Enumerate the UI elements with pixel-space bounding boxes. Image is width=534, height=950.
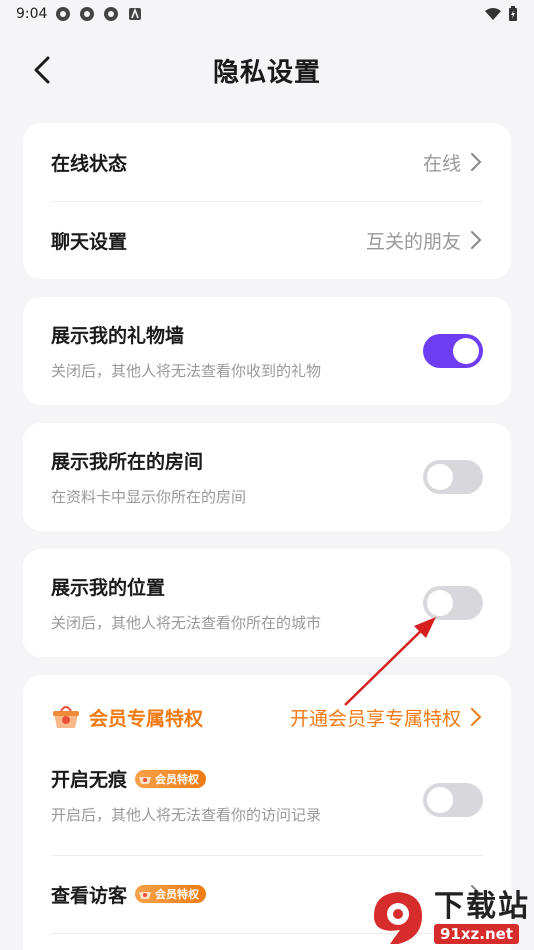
gift-wall-text: 展示我的礼物墙 关闭后，其他人将无法查看你收到的礼物 [51,321,321,381]
app-notification-icon [104,7,119,21]
gift-wall-desc: 关闭后，其他人将无法查看你收到的礼物 [51,362,322,380]
incognito-row: 开启无痕 会员特权 开启后，其他人将无法查看你的访问记录 [23,759,511,855]
vip-header: 会员专属特权 开通会员享专属特权 [23,675,511,759]
status-time: 9:04 [16,6,48,22]
location-text: 展示我的位置 关闭后，其他人将无法查看你所在的城市 [51,573,321,633]
room-desc: 在资料卡中显示你所在的房间 [51,488,247,506]
battery-icon [509,6,517,21]
status-bar: 9:04 [0,0,534,28]
incognito-label-line: 开启无痕 会员特权 [51,765,321,792]
card-basic-settings: 在线状态 在线 聊天设置 互关的朋友 [23,123,511,279]
visitors-label: 查看访客 [51,884,128,907]
vip-badge: 会员特权 [135,769,207,788]
chevron-right-icon [471,231,482,249]
chat-settings-label: 聊天设置 [51,230,128,253]
chevron-right-icon [471,153,482,171]
status-right [484,6,518,22]
toggle-knob [427,787,453,813]
vip-badge-icon [139,776,152,784]
nav-bar: 隐私设置 [0,28,534,112]
vip-gift-icon [53,706,79,728]
toggle-knob [427,590,453,616]
app-notification-icon [80,7,95,21]
gift-wall-toggle[interactable] [423,334,483,368]
online-status-value-group: 在线 [423,149,483,176]
gift-wall-label: 展示我的礼物墙 [51,325,185,347]
vip-link-text: 开通会员享专属特权 [289,707,461,730]
font-notification-icon [129,7,142,20]
card-room: 展示我所在的房间 在资料卡中显示你所在的房间 [23,423,511,531]
vip-badge-icon [139,892,152,899]
chat-settings-row[interactable]: 聊天设置 互关的朋友 [23,201,511,279]
back-button[interactable] [22,50,62,90]
incognito-text: 开启无痕 会员特权 开启后，其他人将无法查看你的访问记录 [51,765,321,825]
watermark-title: 下载站 [434,889,530,924]
watermark: 下载站 91xz.net [366,886,530,948]
toggle-knob [427,464,453,490]
online-status-label: 在线状态 [51,152,128,175]
watermark-text: 下载站 91xz.net [434,890,530,944]
chat-settings-value: 互关的朋友 [365,230,461,253]
chat-settings-value-group: 互关的朋友 [366,227,483,254]
vip-badge-text: 会员特权 [155,772,200,786]
watermark-logo-icon [374,892,422,944]
room-label: 展示我所在的房间 [51,451,204,473]
visitors-label-line: 查看访客 会员特权 [51,881,207,908]
online-status-value: 在线 [422,152,461,175]
room-text: 展示我所在的房间 在资料卡中显示你所在的房间 [51,447,246,507]
room-toggle[interactable] [423,460,483,494]
location-desc: 关闭后，其他人将无法查看你所在的城市 [51,614,322,632]
online-status-row[interactable]: 在线状态 在线 [23,123,511,201]
chevron-left-icon [34,56,50,84]
page-title: 隐私设置 [212,57,321,88]
card-gift-wall: 展示我的礼物墙 关闭后，其他人将无法查看你收到的礼物 [23,297,511,405]
toggle-knob [453,338,479,364]
vip-badge-text: 会员特权 [155,888,200,901]
incognito-desc: 开启后，其他人将无法查看你的访问记录 [51,806,322,824]
room-row: 展示我所在的房间 在资料卡中显示你所在的房间 [23,423,511,531]
vip-title: 会员专属特权 [89,707,204,730]
card-location: 展示我的位置 关闭后，其他人将无法查看你所在的城市 [23,549,511,657]
vip-badge: 会员特权 [135,885,207,903]
incognito-label: 开启无痕 [51,769,128,791]
location-toggle[interactable] [423,586,483,620]
location-row: 展示我的位置 关闭后，其他人将无法查看你所在的城市 [23,549,511,657]
status-left: 9:04 [16,6,143,22]
vip-upgrade-link[interactable]: 开通会员享专属特权 [290,704,483,731]
incognito-toggle[interactable] [423,783,483,817]
chevron-right-icon [471,708,482,726]
location-label: 展示我的位置 [51,577,166,599]
gift-wall-row: 展示我的礼物墙 关闭后，其他人将无法查看你收到的礼物 [23,297,511,405]
watermark-domain: 91xz.net [434,924,520,944]
wifi-icon [485,8,501,20]
app-notification-icon [56,7,71,21]
vip-title-group: 会员专属特权 [51,704,203,731]
